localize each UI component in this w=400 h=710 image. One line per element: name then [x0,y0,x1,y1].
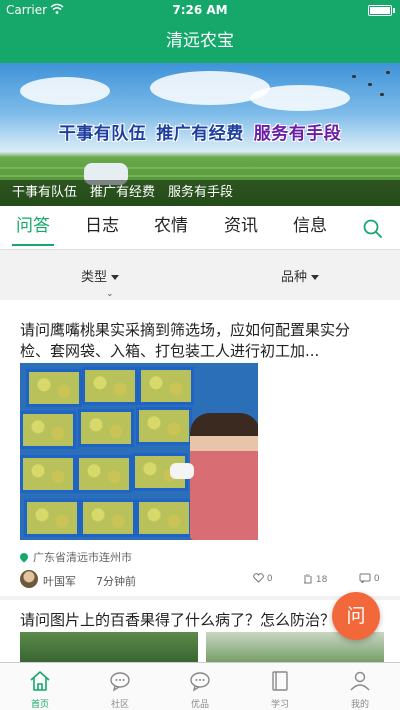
fruit-crate [20,455,76,493]
fruit-crate [78,409,134,447]
fruit-crate [20,411,76,449]
comment-stat[interactable]: 0 [359,573,380,585]
like-count: 0 [266,574,273,584]
hand-icon [304,574,312,584]
caret-down-icon [111,275,120,280]
chevron-down-icon: ⌄ [106,289,114,299]
bird-shape [386,71,390,74]
caret-down-icon [311,275,320,280]
home-icon [30,671,50,691]
type-filter[interactable]: 类型 [81,266,120,285]
location-text: 广东省清远市连州市 [33,551,132,564]
tabbar-me-label: 我的 [350,700,369,710]
location-pin-icon [18,551,30,563]
question-photo[interactable] [20,632,198,662]
field-line [0,167,400,169]
question-title: 请问图片上的百香果得了什么病了？怎么防治？ [20,611,336,629]
like-stat[interactable]: 0 [253,573,273,584]
person-icon [350,671,370,691]
filter-bar: 类型 品种 [0,256,400,292]
bird-shape [380,93,384,96]
banner-caption: 干事有队伍 推广有经费 服务有手段 [0,180,400,206]
question-card[interactable]: 请问鹰嘴桃果实采摘到筛选场，应如何配置果实分检、套网袋、入箱、打包装工人进行初工… [0,300,400,596]
post-time: 7分钟前 [96,575,136,588]
tab-rizhi[interactable]: 日志 [77,206,127,250]
post-location: 广东省清远市连州市 [18,549,132,565]
fruit-crate [136,407,192,445]
banner-slogan: 干事有队伍 推广有经费 服务有手段 [0,119,400,144]
fruit-crate [26,369,82,407]
fruit-crate [24,499,80,537]
ask-question-button[interactable]: 问 [332,592,380,640]
field-line [0,175,400,177]
book-icon [272,671,288,691]
cloud-shape [250,85,350,111]
heart-icon [253,573,264,583]
bottom-tab-bar: 首页 社区 优品 学习 我的 [0,662,400,710]
category-tabs: 问答 日志 农情 资讯 信息 [0,206,400,250]
tab-nongqing[interactable]: 农情 [146,206,196,250]
tabbar-products-label: 优品 [190,700,209,710]
tabbar-community[interactable]: 社区 [80,663,160,710]
question-title: 请问鹰嘴桃果实采摘到筛选场，应如何配置果实分检、套网袋、入箱、打包装工人进行初工… [20,321,351,360]
question-photo[interactable] [20,363,258,540]
view-stat: 18 [302,573,327,585]
avatar[interactable] [20,570,38,588]
chat-bubble-icon [190,672,210,692]
variety-filter-label: 品种 [281,270,308,285]
tabbar-community-label: 社区 [110,700,129,710]
slogan-2: 推广有经费 [156,124,244,144]
variety-filter[interactable]: 品种 [281,266,320,285]
tabbar-products[interactable]: 优品 [160,663,240,710]
tabbar-home-label: 首页 [30,700,49,710]
tab-wenda[interactable]: 问答 [8,206,58,250]
tabbar-me[interactable]: 我的 [320,663,400,710]
type-filter-label: 类型 [81,270,108,285]
search-icon[interactable] [362,218,384,240]
tabbar-learn[interactable]: 学习 [240,663,320,710]
battery-icon [368,5,392,16]
tabbar-home[interactable]: 首页 [0,663,80,710]
status-time: 7:26 AM [172,3,228,17]
status-bar: Carrier 7:26 AM [0,0,400,20]
fruit-crate [76,455,132,493]
promo-banner[interactable]: 干事有队伍 推广有经费 服务有手段 干事有队伍 推广有经费 服务有手段 [0,63,400,206]
app-title: 清远农宝 [0,20,400,63]
fruit-crate [80,499,136,537]
view-count: 18 [315,575,328,585]
cloud-shape [20,77,110,105]
fruit-crate [136,499,192,537]
chat-bubble-icon [110,672,130,692]
tabbar-learn-label: 学习 [270,700,289,710]
battery-tip [393,8,395,13]
slogan-1: 干事有队伍 [58,124,147,144]
fruit-crate [138,367,194,405]
bird-shape [352,75,356,78]
comment-icon [359,573,371,585]
author-name[interactable]: 叶国军 [43,573,76,589]
bird-shape [368,83,372,86]
worker-figure [190,413,258,540]
slogan-3: 服务有手段 [253,124,342,144]
fruit-crate [82,367,138,405]
tab-zixun[interactable]: 资讯 [216,206,266,250]
tab-xinxi[interactable]: 信息 [285,206,335,250]
post-meta: 叶国军 7分钟前 0 18 0 [20,570,382,590]
worker-glove [170,463,194,479]
comment-count: 0 [373,574,380,584]
